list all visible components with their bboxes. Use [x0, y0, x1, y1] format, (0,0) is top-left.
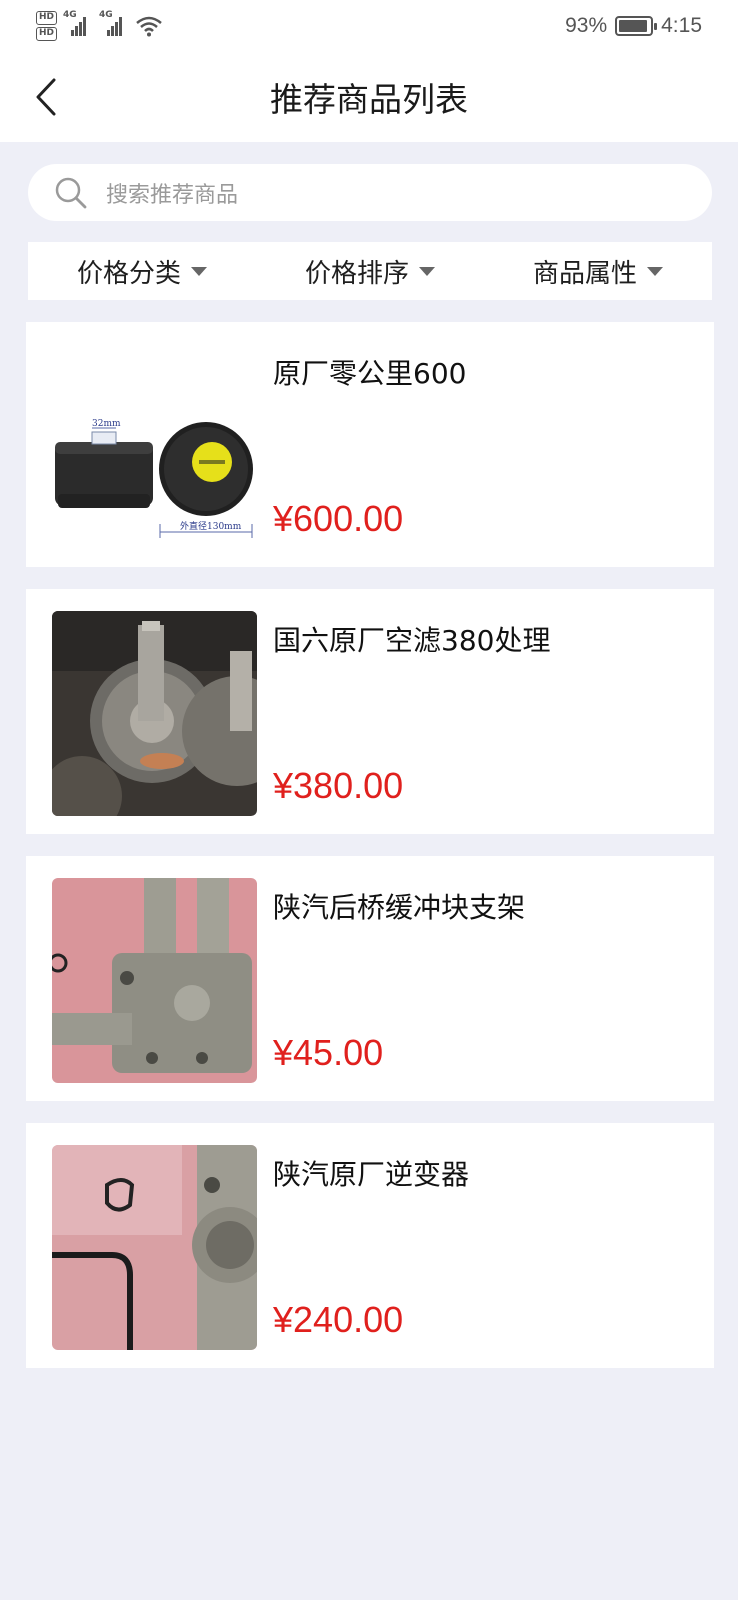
network-type-label: 4G [63, 10, 77, 20]
product-name: 原厂零公里600 [273, 357, 467, 390]
filter-label: 商品属性 [532, 258, 637, 289]
search-input[interactable]: 搜索推荐商品 [106, 177, 238, 209]
clock: 4:15 [661, 14, 702, 37]
filter-bar: 价格分类 价格排序 商品属性 [28, 242, 712, 300]
product-card[interactable]: 陕汽后桥缓冲块支架 ¥45.00 [26, 856, 714, 1101]
hd-badge: HD [36, 27, 58, 41]
battery-percent: 93% [565, 14, 608, 37]
filter-label: 价格分类 [76, 258, 181, 289]
product-name: 陕汽原厂逆变器 [273, 1158, 470, 1191]
product-price: ¥45.00 [273, 1032, 384, 1073]
product-price: ¥240.00 [273, 1299, 404, 1340]
hd-badge: HD [36, 11, 58, 25]
caret-down-icon [419, 266, 435, 276]
product-list: 32mm 外直径130mm 原厂零公里600 ¥600.00 国六原厂空滤380… [26, 322, 714, 1390]
product-image [52, 611, 257, 816]
caret-down-icon [191, 266, 207, 276]
product-image: 32mm 外直径130mm [52, 344, 257, 549]
search-icon [55, 177, 87, 208]
product-name: 国六原厂空滤380处理 [273, 624, 551, 657]
search-bar[interactable]: 搜索推荐商品 [28, 164, 712, 221]
wifi-icon [136, 16, 162, 37]
filter-product-attribute[interactable]: 商品属性 [484, 242, 712, 300]
product-price: ¥380.00 [273, 765, 404, 806]
status-bar: HD HD 4G 4G 93% 4:15 [0, 0, 738, 52]
battery-fill [619, 20, 648, 32]
battery-icon [615, 16, 658, 36]
product-name: 陕汽后桥缓冲块支架 [273, 891, 526, 924]
filter-label: 价格排序 [304, 258, 409, 289]
signal-icon: 4G [63, 10, 93, 36]
back-button[interactable] [26, 74, 66, 120]
chevron-left-icon [36, 78, 56, 116]
product-price: ¥600.00 [273, 498, 404, 539]
caret-down-icon [647, 266, 663, 276]
signal-icon: 4G [99, 10, 129, 36]
status-left: HD HD 4G 4G [36, 10, 163, 42]
product-card[interactable]: 国六原厂空滤380处理 ¥380.00 [26, 589, 714, 834]
thumb-caption: 32mm [92, 419, 121, 429]
product-image [52, 878, 257, 1083]
product-card[interactable]: 32mm 外直径130mm 原厂零公里600 ¥600.00 [26, 322, 714, 567]
nav-header: 推荐商品列表 [0, 52, 738, 142]
network-type-label: 4G [99, 10, 113, 20]
product-image [52, 1145, 257, 1350]
product-card[interactable]: 陕汽原厂逆变器 ¥240.00 [26, 1123, 714, 1368]
thumb-caption: 外直径130mm [180, 520, 242, 532]
page-title: 推荐商品列表 [270, 80, 468, 119]
status-right: 93% 4:15 [565, 12, 702, 40]
filter-price-category[interactable]: 价格分类 [28, 242, 256, 300]
filter-price-sort[interactable]: 价格排序 [256, 242, 484, 300]
